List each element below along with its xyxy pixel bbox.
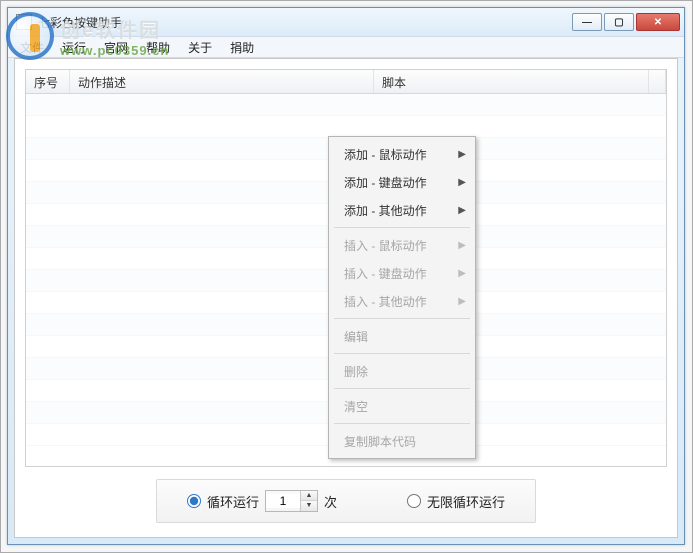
maximize-icon: ▢ — [614, 17, 623, 28]
chevron-right-icon: ▶ — [458, 296, 466, 307]
ctx-delete: 删除 — [332, 357, 472, 385]
ctx-separator — [334, 423, 470, 424]
table-header: 序号 动作描述 脚本 — [26, 70, 666, 94]
loop-count-label: 循环运行 — [207, 492, 259, 511]
ctx-add-keyboard[interactable]: 添加 - 键盘动作▶ — [332, 168, 472, 196]
loop-infinite-label: 无限循环运行 — [427, 492, 505, 511]
menu-website[interactable]: 官网 — [96, 37, 136, 58]
loop-count-radio[interactable] — [187, 494, 201, 508]
spinner-down-button[interactable]: ▼ — [301, 501, 317, 511]
loop-count-unit: 次 — [324, 492, 337, 511]
ctx-copy-script: 复制脚本代码 — [332, 427, 472, 455]
chevron-right-icon: ▶ — [458, 149, 466, 160]
menubar: 文件 运行 官网 帮助 关于 捐助 — [8, 36, 684, 58]
ctx-add-mouse[interactable]: 添加 - 鼠标动作▶ — [332, 140, 472, 168]
menu-donate[interactable]: 捐助 — [222, 37, 262, 58]
window-title: 七彩色按键助手 — [38, 14, 572, 31]
ctx-separator — [334, 388, 470, 389]
loop-infinite-option[interactable]: 无限循环运行 — [407, 492, 505, 511]
chevron-right-icon: ▶ — [458, 268, 466, 279]
minimize-icon: — — [582, 17, 592, 28]
ctx-insert-keyboard: 插入 - 键盘动作▶ — [332, 259, 472, 287]
table-row[interactable] — [26, 116, 666, 138]
ctx-insert-mouse: 插入 - 鼠标动作▶ — [332, 231, 472, 259]
ctx-separator — [334, 353, 470, 354]
ctx-separator — [334, 227, 470, 228]
table-row[interactable] — [26, 94, 666, 116]
chevron-right-icon: ▶ — [458, 240, 466, 251]
menu-file[interactable]: 文件 — [12, 37, 52, 58]
menu-run[interactable]: 运行 — [54, 37, 94, 58]
menu-help[interactable]: 帮助 — [138, 37, 178, 58]
close-button[interactable]: ✕ — [636, 13, 680, 31]
context-menu: 添加 - 鼠标动作▶ 添加 - 键盘动作▶ 添加 - 其他动作▶ 插入 - 鼠标… — [328, 136, 476, 459]
loop-count-spinner[interactable]: ▲ ▼ — [265, 490, 318, 512]
loop-count-input[interactable] — [266, 494, 300, 508]
close-icon: ✕ — [654, 17, 662, 28]
ctx-insert-other: 插入 - 其他动作▶ — [332, 287, 472, 315]
titlebar[interactable]: 七彩色按键助手 — ▢ ✕ — [8, 8, 684, 36]
column-header-desc[interactable]: 动作描述 — [70, 70, 374, 93]
window-controls: — ▢ ✕ — [572, 13, 680, 31]
column-header-seq[interactable]: 序号 — [26, 70, 70, 93]
ctx-clear: 清空 — [332, 392, 472, 420]
app-window: 七彩色按键助手 — ▢ ✕ 文件 运行 官网 帮助 关于 捐助 序号 动作描述 … — [7, 7, 685, 545]
menu-about[interactable]: 关于 — [180, 37, 220, 58]
loop-infinite-radio[interactable] — [407, 494, 421, 508]
minimize-button[interactable]: — — [572, 13, 602, 31]
loop-panel: 循环运行 ▲ ▼ 次 无限循环运行 — [156, 479, 536, 523]
loop-count-option[interactable]: 循环运行 ▲ ▼ 次 — [187, 490, 337, 512]
column-header-spacer — [649, 70, 666, 93]
ctx-edit: 编辑 — [332, 322, 472, 350]
ctx-separator — [334, 318, 470, 319]
ctx-add-other[interactable]: 添加 - 其他动作▶ — [332, 196, 472, 224]
spinner-up-button[interactable]: ▲ — [301, 491, 317, 501]
maximize-button[interactable]: ▢ — [604, 13, 634, 31]
app-icon — [16, 14, 32, 30]
chevron-right-icon: ▶ — [458, 205, 466, 216]
chevron-right-icon: ▶ — [458, 177, 466, 188]
footer-controls: 循环运行 ▲ ▼ 次 无限循环运行 — [15, 479, 677, 523]
column-header-script[interactable]: 脚本 — [374, 70, 649, 93]
